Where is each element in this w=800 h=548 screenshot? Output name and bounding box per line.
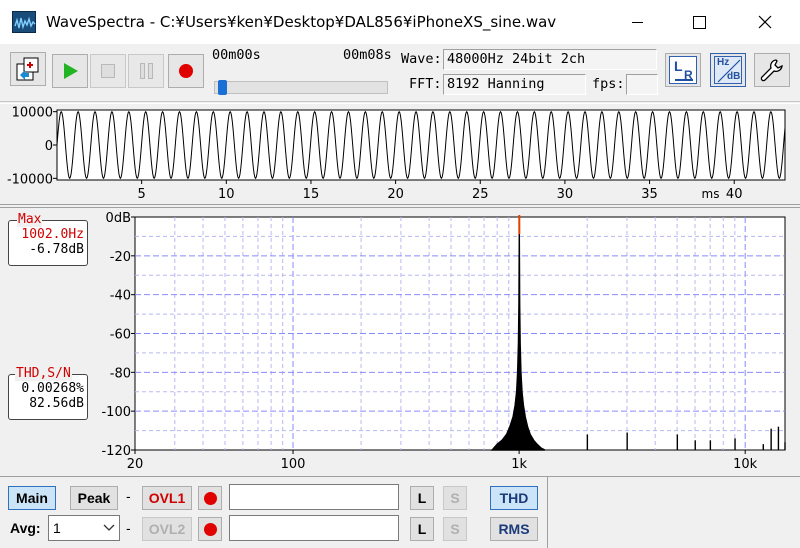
avg-select-value: 1 bbox=[53, 520, 61, 536]
fft-label: FFT: bbox=[409, 76, 442, 92]
wave-format-field: 48000Hz 24bit 2ch bbox=[443, 49, 657, 70]
title-bar: WaveSpectra - C:¥Users¥ken¥Desktop¥DAL85… bbox=[0, 0, 800, 44]
app-icon bbox=[12, 11, 36, 33]
close-icon bbox=[758, 15, 772, 29]
wave-x-tick-label: 25 bbox=[472, 187, 489, 202]
lr-icon-l: L bbox=[674, 58, 683, 74]
pause-button[interactable] bbox=[128, 54, 164, 88]
wave-x-unit: ms bbox=[702, 187, 720, 201]
record-button[interactable] bbox=[168, 54, 204, 88]
spectrum-y-tick-label: -80 bbox=[110, 366, 131, 381]
waveform-chart: 10000 0 -10000 5 10 15 20 25 30 35 40 ms bbox=[7, 106, 786, 202]
wave-x-tick-label: 35 bbox=[641, 187, 658, 202]
wave-x-tick-label: 30 bbox=[557, 187, 574, 202]
spectrum-y-tick-label: -40 bbox=[110, 289, 131, 304]
max-freq-value: 1002.0Hz bbox=[21, 227, 84, 242]
record-icon bbox=[179, 64, 193, 78]
fps-field bbox=[626, 74, 658, 95]
channel-lr-button[interactable]: L R bbox=[665, 53, 701, 87]
avg-label: Avg: bbox=[10, 520, 41, 536]
ovl1-record-button[interactable] bbox=[198, 486, 222, 510]
close-button[interactable] bbox=[742, 0, 788, 44]
max-readout: Max 1002.0Hz -6.78dB bbox=[8, 213, 88, 266]
minimize-button[interactable] bbox=[614, 0, 660, 44]
wave-y-tick-label: 0 bbox=[45, 139, 53, 154]
wave-y-tick-label: 10000 bbox=[12, 106, 53, 121]
fps-label: fps: bbox=[592, 76, 625, 92]
spectrum-x-tick-label: 20 bbox=[127, 457, 144, 472]
spectrum-panel: 0dB -20 -40 -60 -80 -100 -120 20 100 1k 10k Max 10… bbox=[0, 207, 800, 475]
window-title: WaveSpectra - C:¥Users¥ken¥Desktop¥DAL85… bbox=[46, 13, 557, 31]
spectrum-y-tick-label: -20 bbox=[110, 250, 131, 265]
settings-button[interactable] bbox=[754, 53, 790, 87]
ovl1-s-button[interactable]: S bbox=[443, 486, 467, 510]
time-end: 00m08s bbox=[343, 47, 392, 63]
chevron-down-icon bbox=[103, 524, 115, 531]
record-icon bbox=[203, 491, 217, 505]
thd-readout: THD,S/N 0.00268% 82.56dB bbox=[8, 367, 88, 420]
spectrum-x-tick-label: 100 bbox=[281, 457, 306, 472]
wave-x-tick-label: 10 bbox=[218, 187, 235, 202]
dash-2: - bbox=[126, 520, 131, 536]
ovl2-s-button[interactable]: S bbox=[443, 517, 467, 541]
position-slider-thumb[interactable] bbox=[218, 80, 228, 95]
stop-icon bbox=[101, 64, 115, 78]
ovl2-l-button[interactable]: L bbox=[410, 517, 434, 541]
thd-button[interactable]: THD bbox=[490, 486, 538, 510]
waveform-panel: 10000 0 -10000 5 10 15 20 25 30 35 40 ms bbox=[0, 103, 800, 205]
play-button[interactable] bbox=[52, 54, 88, 88]
ovl2-button[interactable]: OVL2 bbox=[142, 517, 192, 541]
spectrum-y-tick-label: -60 bbox=[110, 328, 131, 343]
ovl2-text-field[interactable] bbox=[229, 515, 399, 541]
main-button[interactable]: Main bbox=[8, 486, 56, 510]
wave-y-tick-label: -10000 bbox=[7, 172, 53, 187]
position-slider-track[interactable] bbox=[214, 80, 388, 95]
spectrum-x-tick-label: 10k bbox=[733, 457, 758, 472]
spectrum-x-tick-label: 1k bbox=[511, 457, 527, 472]
wrench-icon bbox=[760, 59, 783, 82]
channel-lr-icon: L R bbox=[669, 56, 697, 84]
thd-readout-header: THD,S/N bbox=[15, 366, 72, 381]
stop-button[interactable] bbox=[90, 54, 126, 88]
thd-value: 0.00268% bbox=[21, 381, 84, 396]
toolbar: 00m00s 00m08s Wave: 48000Hz 24bit 2ch FF… bbox=[0, 44, 800, 102]
open-file-icon bbox=[16, 57, 39, 81]
play-icon bbox=[64, 63, 78, 79]
ovl1-l-button[interactable]: L bbox=[410, 486, 434, 510]
fft-setting-field: 8192 Hanning bbox=[443, 74, 586, 95]
spectrum-y-tick-label: -100 bbox=[101, 405, 131, 420]
rms-button[interactable]: RMS bbox=[490, 517, 538, 541]
minimize-icon bbox=[631, 21, 643, 23]
hz-db-button[interactable]: Hz dB bbox=[710, 53, 746, 87]
wave-x-tick-label: 15 bbox=[303, 187, 320, 202]
wave-label: Wave: bbox=[401, 51, 442, 67]
bottom-bar: Main Peak - OVL1 L S THD Avg: 1 - OVL2 L… bbox=[0, 476, 800, 548]
pause-icon bbox=[139, 63, 153, 79]
avg-select[interactable]: 1 bbox=[48, 515, 120, 541]
spectrum-y-tick-label: 0dB bbox=[106, 211, 131, 226]
open-file-button[interactable] bbox=[10, 52, 46, 86]
spectrum-chart: 0dB-20-40-60-80-100-12020 100 1k 10k bbox=[101, 211, 786, 472]
dash-1: - bbox=[126, 488, 131, 504]
ovl2-record-button[interactable] bbox=[198, 517, 222, 541]
max-readout-header: Max bbox=[17, 212, 43, 227]
peak-button[interactable]: Peak bbox=[70, 486, 118, 510]
record-icon bbox=[203, 522, 217, 536]
time-start: 00m00s bbox=[212, 47, 261, 63]
wave-x-tick-label: 20 bbox=[387, 187, 404, 202]
ovl1-text-field[interactable] bbox=[229, 484, 399, 510]
ovl1-button[interactable]: OVL1 bbox=[142, 486, 192, 510]
sn-value: 82.56dB bbox=[29, 396, 84, 411]
wave-x-tick-label: 5 bbox=[138, 187, 146, 202]
maximize-button[interactable] bbox=[676, 0, 722, 44]
maximize-icon bbox=[692, 15, 706, 29]
wave-x-tick-label: 40 bbox=[726, 187, 743, 202]
divider bbox=[547, 477, 548, 548]
max-level-value: -6.78dB bbox=[29, 242, 84, 257]
hz-db-icon: Hz dB bbox=[714, 56, 742, 84]
